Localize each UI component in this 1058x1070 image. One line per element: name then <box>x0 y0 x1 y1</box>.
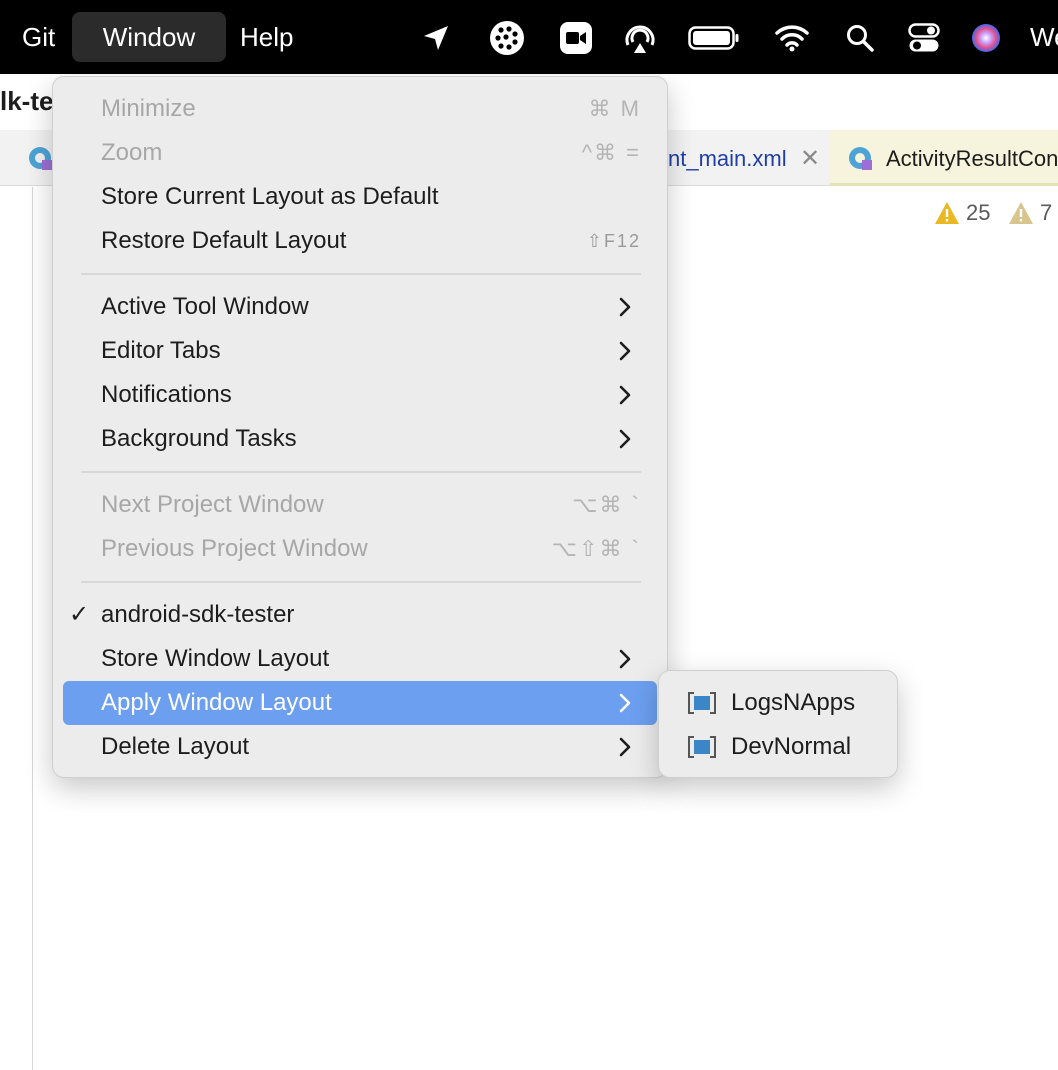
menu-item-apply-window-layout[interactable]: Apply Window Layout <box>63 681 657 725</box>
layout-icon <box>688 692 716 714</box>
search-icon[interactable] <box>840 18 880 58</box>
menu-item-notifications[interactable]: Notifications <box>63 373 657 417</box>
menu-item-zoom[interactable]: Zoom ^⌘ = <box>63 131 657 175</box>
chevron-right-icon <box>619 297 631 317</box>
menu-item-restore-default-layout[interactable]: Restore Default Layout ⇧F12 <box>63 219 657 263</box>
dots-circle-icon[interactable] <box>487 18 527 58</box>
menu-item-label: Notifications <box>101 381 232 408</box>
video-camera-icon[interactable] <box>556 18 596 58</box>
layout-item-label: LogsNApps <box>731 689 856 716</box>
menu-item-label: Active Tool Window <box>101 293 309 320</box>
menu-item-minimize[interactable]: Minimize ⌘ M <box>63 87 657 131</box>
window-menu: Minimize ⌘ M Zoom ^⌘ = Store Current Lay… <box>52 76 668 778</box>
menu-window[interactable]: Window <box>72 12 226 62</box>
battery-icon[interactable] <box>688 18 740 58</box>
chevron-right-icon <box>619 429 631 449</box>
chevron-right-icon <box>619 693 631 713</box>
menu-separator <box>81 581 641 583</box>
tab-close-icon[interactable]: ✕ <box>800 144 820 173</box>
menu-item-label: Editor Tabs <box>101 337 221 364</box>
menu-item-label: Apply Window Layout <box>101 689 332 716</box>
menu-item-label: Delete Layout <box>101 733 250 760</box>
menu-item-editor-tabs[interactable]: Editor Tabs <box>63 329 657 373</box>
menu-item-store-current-layout-default[interactable]: Store Current Layout as Default <box>63 175 657 219</box>
shortcut-label: ⇧F12 <box>586 231 641 251</box>
menu-item-label: Next Project Window <box>101 491 324 518</box>
kotlin-class-icon <box>848 146 874 177</box>
menu-separator <box>81 471 641 473</box>
location-icon[interactable] <box>416 18 456 58</box>
menu-item-next-project-window[interactable]: Next Project Window ⌥⌘ ` <box>63 483 657 527</box>
layout-item-devnormal[interactable]: DevNormal <box>667 725 889 769</box>
warnings-count: 25 <box>966 200 991 225</box>
apply-window-layout-submenu: LogsNApps DevNormal <box>658 670 898 778</box>
tab-activity-main-xml[interactable]: nt_main.xml <box>668 146 788 172</box>
tab-active-label: ActivityResultCon <box>886 146 1058 171</box>
layout-item-logsnapps[interactable]: LogsNApps <box>667 681 889 725</box>
menu-item-label: Minimize <box>101 95 196 122</box>
layout-item-label: DevNormal <box>731 733 852 760</box>
shortcut-label: ^⌘ = <box>581 140 641 165</box>
chevron-right-icon <box>619 737 631 757</box>
shortcut-label: ⌥⌘ ` <box>572 492 641 517</box>
warning-icon <box>935 202 959 224</box>
chevron-right-icon <box>619 649 631 669</box>
menu-item-label: Background Tasks <box>101 425 297 452</box>
menu-item-background-tasks[interactable]: Background Tasks <box>63 417 657 461</box>
menu-help[interactable]: Help <box>240 12 293 62</box>
shortcut-label: ⌘ M <box>588 96 641 121</box>
weak-warning-icon <box>1009 202 1033 224</box>
weak-warnings-count: 7 <box>1040 200 1053 225</box>
menu-item-previous-project-window[interactable]: Previous Project Window ⌥⇧⌘ ` <box>63 527 657 571</box>
editor-gutter-divider <box>32 187 33 1070</box>
menu-separator <box>81 273 641 275</box>
menu-item-project-android-sdk-tester[interactable]: ✓ android-sdk-tester <box>63 593 657 637</box>
kotlin-class-icon[interactable] <box>28 146 54 177</box>
menubar-clipped-text: We <box>1030 22 1058 52</box>
airplay-audio-icon[interactable] <box>620 18 660 58</box>
chevron-right-icon <box>619 341 631 361</box>
menu-item-delete-layout[interactable]: Delete Layout <box>63 725 657 769</box>
wifi-icon[interactable] <box>772 18 812 58</box>
menu-item-label: Previous Project Window <box>101 535 368 562</box>
menu-git[interactable]: Git <box>22 12 55 62</box>
control-center-icon[interactable] <box>904 18 944 58</box>
menu-item-label: Store Window Layout <box>101 645 330 672</box>
project-title: lk-te <box>0 86 54 116</box>
weak-warnings-indicator[interactable]: 7 <box>1008 198 1052 228</box>
menu-item-label: Zoom <box>101 139 163 166</box>
checkmark-icon: ✓ <box>69 601 90 628</box>
menu-item-store-window-layout[interactable]: Store Window Layout <box>63 637 657 681</box>
menu-item-label: Restore Default Layout <box>101 227 347 254</box>
warnings-indicator[interactable]: 25 <box>934 198 990 228</box>
layout-icon <box>688 736 716 758</box>
shortcut-label: ⌥⇧⌘ ` <box>551 536 641 561</box>
menu-item-label: android-sdk-tester <box>101 601 295 628</box>
menu-item-label: Store Current Layout as Default <box>101 183 439 210</box>
menu-item-active-tool-window[interactable]: Active Tool Window <box>63 285 657 329</box>
chevron-right-icon <box>619 385 631 405</box>
macos-menu-bar: Git Window Help W <box>0 0 1058 74</box>
siri-icon[interactable] <box>966 18 1006 58</box>
